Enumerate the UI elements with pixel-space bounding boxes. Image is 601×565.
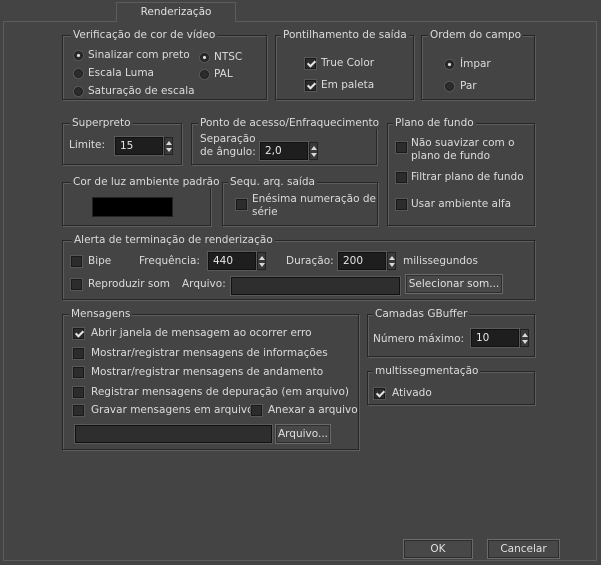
env-alpha-label: Usar ambiente alfa xyxy=(411,198,512,210)
cancel-button[interactable]: Cancelar xyxy=(487,539,560,559)
ok-button[interactable]: OK xyxy=(403,539,473,559)
info-messages-checkbox[interactable] xyxy=(73,348,84,359)
progress-messages-label: Mostrar/registrar mensagens de andamento xyxy=(91,366,324,378)
filter-background-checkbox[interactable] xyxy=(396,172,407,183)
choose-sound-button[interactable]: Selecionar som... xyxy=(405,274,503,294)
filter-background-label: Filtrar plano de fundo xyxy=(411,171,524,183)
duration-spinner[interactable] xyxy=(387,252,396,270)
angle-separation-label-line2: de ângulo: xyxy=(200,146,256,158)
ntsc-radio[interactable] xyxy=(200,53,209,62)
append-to-file-checkbox[interactable] xyxy=(251,405,262,416)
field-order-title: Ordem do campo xyxy=(428,29,524,41)
background-title: Plano de fundo xyxy=(393,117,476,129)
multithreading-enabled-label: Ativado xyxy=(392,387,432,399)
frequency-label: Frequência: xyxy=(139,255,200,267)
gbuffer-max-label: Número máximo: xyxy=(373,333,465,345)
play-sound-checkbox[interactable] xyxy=(71,279,82,290)
info-messages-label: Mostrar/registrar mensagens de informaçõ… xyxy=(91,347,328,359)
odd-radio[interactable] xyxy=(445,60,454,69)
threshold-input[interactable]: 15 xyxy=(115,137,163,155)
scale-saturation-radio[interactable] xyxy=(74,87,83,96)
milliseconds-label: milissegundos xyxy=(403,255,478,267)
pal-label: PAL xyxy=(214,68,233,80)
odd-label: Ímpar xyxy=(460,58,491,70)
output-dithering-title: Pontilhamento de saída xyxy=(281,29,409,41)
true-color-checkbox[interactable] xyxy=(305,58,316,69)
debug-messages-checkbox[interactable] xyxy=(73,387,84,398)
beep-label: Bipe xyxy=(88,255,112,267)
env-alpha-checkbox[interactable] xyxy=(396,199,407,210)
threshold-label: Limite: xyxy=(69,139,106,151)
nth-serial-label-line1: Enésima numeração de xyxy=(252,193,376,205)
messages-file-button[interactable]: Arquivo... xyxy=(275,424,331,444)
hotspot-falloff-title: Ponto de acesso/Enfraquecimento xyxy=(198,117,382,129)
messages-title: Mensagens xyxy=(69,308,133,320)
paletted-label: Em paleta xyxy=(321,79,375,91)
gbuffer-max-input[interactable]: 10 xyxy=(471,329,519,347)
tab-rendering[interactable]: Renderização xyxy=(116,2,236,22)
duration-input[interactable]: 200 xyxy=(338,252,386,270)
dont-antialias-checkbox[interactable] xyxy=(396,142,407,153)
nth-serial-label-line2: série xyxy=(252,206,278,218)
true-color-label: True Color xyxy=(321,57,375,69)
duration-label: Duração: xyxy=(286,255,334,267)
scale-luma-radio[interactable] xyxy=(74,69,83,78)
output-file-seq-title: Sequ. arq. saída xyxy=(228,176,317,188)
flag-black-radio[interactable] xyxy=(74,51,83,60)
debug-messages-label: Registrar mensagens de depuração (em arq… xyxy=(91,386,349,398)
scale-luma-label: Escala Luma xyxy=(88,67,154,79)
progress-messages-checkbox[interactable] xyxy=(73,367,84,378)
open-on-error-checkbox[interactable] xyxy=(73,328,84,339)
even-radio[interactable] xyxy=(445,82,454,91)
sound-file-input[interactable] xyxy=(231,277,400,295)
super-black-title: Superpreto xyxy=(70,117,133,129)
append-to-file-label: Anexar a arquivo xyxy=(268,404,358,416)
nth-serial-checkbox[interactable] xyxy=(236,199,247,210)
render-alert-title: Alerta de terminação de renderização xyxy=(72,234,275,246)
gbuffer-max-spinner[interactable] xyxy=(520,329,529,347)
ambient-color-swatch[interactable] xyxy=(92,197,173,217)
dont-antialias-label-line1: Não suavizar com o xyxy=(411,137,515,149)
frequency-input[interactable]: 440 xyxy=(208,252,256,270)
open-on-error-label: Abrir janela de mensagem ao ocorrer erro xyxy=(91,327,312,339)
gbuffer-title: Camadas GBuffer xyxy=(373,308,470,320)
scale-saturation-label: Saturação de escala xyxy=(88,85,195,97)
flag-black-label: Sinalizar com preto xyxy=(88,49,190,61)
sound-file-label: Arquivo: xyxy=(182,278,226,290)
messages-to-file-checkbox[interactable] xyxy=(73,405,84,416)
messages-file-input[interactable] xyxy=(75,425,272,443)
angle-separation-input[interactable]: 2,0 xyxy=(260,142,308,160)
beep-checkbox[interactable] xyxy=(71,256,82,267)
video-color-check-title: Verificação de cor de vídeo xyxy=(71,29,218,41)
play-sound-label: Reproduzir som xyxy=(88,278,170,290)
ntsc-label: NTSC xyxy=(214,51,243,63)
even-label: Par xyxy=(460,80,477,92)
ambient-light-title: Cor de luz ambiente padrão xyxy=(71,176,222,188)
dont-antialias-label-line2: plano de fundo xyxy=(411,150,490,162)
messages-to-file-label: Gravar mensagens em arquivo xyxy=(91,404,254,416)
threshold-spinner[interactable] xyxy=(164,137,173,155)
multithreading-enabled-checkbox[interactable] xyxy=(374,388,385,399)
pal-radio[interactable] xyxy=(200,70,209,79)
paletted-checkbox[interactable] xyxy=(305,80,316,91)
angle-separation-label-line1: Separação xyxy=(200,133,256,145)
multithreading-title: multissegmentação xyxy=(373,365,481,377)
frequency-spinner[interactable] xyxy=(257,252,266,270)
angle-separation-spinner[interactable] xyxy=(309,142,318,160)
